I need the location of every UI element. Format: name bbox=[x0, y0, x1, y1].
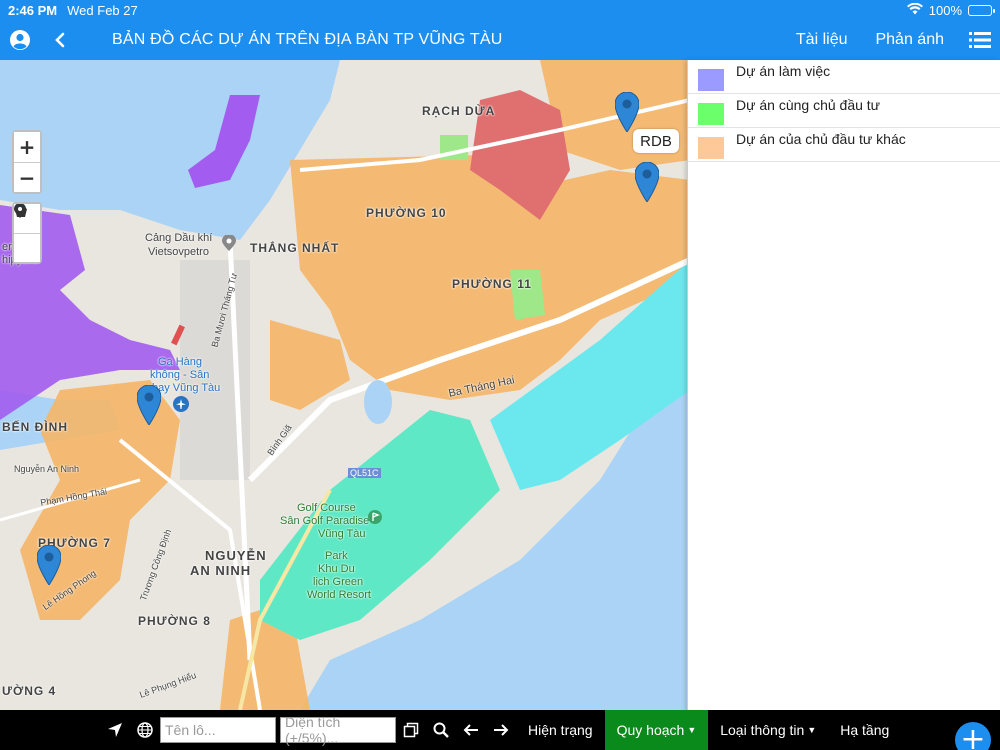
legend-label: Dự án làm việc bbox=[736, 62, 831, 79]
navigation-arrow-icon[interactable] bbox=[100, 710, 130, 750]
map-label-san-golf: Sân Golf Paradise bbox=[280, 515, 370, 527]
map-label-ben-dinh: BẾN ĐÌNH bbox=[2, 420, 69, 434]
legend-label: Dự án của chủ đầu tư khác bbox=[736, 130, 906, 147]
map-label-bay-vung-tau: bay Vũng Tàu bbox=[152, 382, 221, 394]
caret-down-icon: ▼ bbox=[687, 725, 697, 735]
map-label-cang-dau-khi: Cảng Dầu khí bbox=[145, 232, 213, 244]
legend-item-du-an-chu-dau-tu-khac[interactable]: Dự án của chủ đầu tư khác bbox=[688, 128, 1000, 162]
map-label-phuong-11: PHƯỜNG 11 bbox=[452, 277, 532, 291]
area-input[interactable]: Diện tích (+/5%)... bbox=[280, 714, 396, 746]
bottom-toolbar: Tên lô... Diện tích (+/5%)... Hiện trạng… bbox=[0, 710, 1000, 750]
legend-panel: Dự án làm việc Dự án cùng chủ đầu tư Dự … bbox=[687, 60, 1000, 728]
loai-thong-tin-dropdown[interactable]: Loại thông tin ▼ bbox=[708, 710, 828, 750]
chevron-left-icon[interactable] bbox=[40, 20, 80, 60]
list-menu-icon[interactable] bbox=[960, 20, 1000, 60]
map-label-lich-green: lịch Green bbox=[313, 576, 364, 588]
map-label-phuong-8: PHƯỜNG 8 bbox=[138, 614, 211, 628]
zoom-in-button[interactable]: + bbox=[14, 132, 40, 162]
draw-marker-button[interactable] bbox=[14, 204, 40, 262]
map-label-phuong-10: PHƯỜNG 10 bbox=[366, 206, 447, 220]
wifi-icon bbox=[906, 2, 923, 18]
map-label-khong-san: không - Sân bbox=[150, 369, 210, 381]
arrow-right-icon[interactable] bbox=[486, 710, 516, 750]
loai-thong-tin-label: Loại thông tin bbox=[720, 722, 805, 738]
search-icon[interactable] bbox=[426, 710, 456, 750]
legend-label: Dự án cùng chủ đầu tư bbox=[736, 96, 881, 113]
status-time: 2:46 PM bbox=[8, 2, 58, 18]
map-label-park: Park bbox=[325, 550, 348, 562]
map-label-thang-nhat: THẮNG NHẤT bbox=[250, 241, 340, 255]
legend-swatch bbox=[698, 136, 724, 159]
nav-link-phan-anh[interactable]: Phản ánh bbox=[875, 31, 944, 49]
marker-icon bbox=[14, 204, 26, 218]
map-label-rach-dua: RẠCH DỪA bbox=[422, 104, 496, 118]
ha-tang-button[interactable]: Hạ tầng bbox=[828, 710, 901, 750]
map-label-vietsovpetro: Vietsovpetro bbox=[148, 246, 209, 258]
globe-icon[interactable] bbox=[130, 710, 160, 750]
map-label-khu-du: Khu Du bbox=[318, 563, 355, 575]
status-date: Wed Feb 27 bbox=[67, 2, 138, 18]
arrow-left-icon[interactable] bbox=[456, 710, 486, 750]
map-label-ql51c: QL51C bbox=[348, 468, 381, 478]
nav-bar: BẢN ĐỒ CÁC DỰ ÁN TRÊN ĐỊA BÀN TP VŨNG TÀ… bbox=[0, 20, 1000, 60]
legend-item-du-an-cung-chu-dau-tu[interactable]: Dự án cùng chủ đầu tư bbox=[688, 94, 1000, 128]
status-bar: 2:46 PM Wed Feb 27 100% bbox=[0, 0, 1000, 20]
rdb-layer-button[interactable]: RDB bbox=[633, 129, 679, 153]
nav-link-tai-lieu[interactable]: Tài liệu bbox=[796, 31, 848, 49]
battery-icon bbox=[968, 4, 995, 16]
lot-name-input[interactable]: Tên lô... bbox=[160, 717, 276, 743]
map-label-golf-course: Golf Course bbox=[297, 502, 356, 514]
add-fab-button[interactable]: + bbox=[955, 722, 991, 750]
map-label-nguyen: NGUYỄN bbox=[205, 548, 267, 563]
battery-percent: 100% bbox=[928, 2, 962, 18]
map-label-phuong-4: ƯỜNG 4 bbox=[2, 684, 57, 698]
legend-item-du-an-lam-viec[interactable]: Dự án làm việc bbox=[688, 60, 1000, 94]
copy-icon[interactable] bbox=[396, 710, 426, 750]
map-label-nguyen-an-ninh-road: Nguyễn An Ninh bbox=[14, 464, 80, 474]
legend-swatch bbox=[698, 68, 724, 91]
map-label-vung-tau: Vũng Tàu bbox=[318, 528, 366, 540]
account-icon[interactable] bbox=[0, 20, 40, 60]
quy-hoach-dropdown[interactable]: Quy hoạch ▼ bbox=[604, 710, 709, 750]
legend-swatch bbox=[698, 102, 724, 125]
quy-hoach-label: Quy hoạch bbox=[616, 722, 685, 738]
caret-down-icon: ▼ bbox=[807, 725, 817, 735]
page-title: BẢN ĐỒ CÁC DỰ ÁN TRÊN ĐỊA BÀN TP VŨNG TÀ… bbox=[112, 31, 503, 48]
zoom-control: + − bbox=[12, 130, 42, 194]
draw-control bbox=[12, 202, 42, 264]
map-label-ga-hang: Ga Hàng bbox=[158, 356, 203, 368]
zoom-out-button[interactable]: − bbox=[14, 162, 40, 192]
hien-trang-button[interactable]: Hiện trạng bbox=[516, 710, 605, 750]
map-label-world-resort: World Resort bbox=[307, 589, 371, 601]
map-label-an-ninh: AN NINH bbox=[190, 563, 252, 578]
